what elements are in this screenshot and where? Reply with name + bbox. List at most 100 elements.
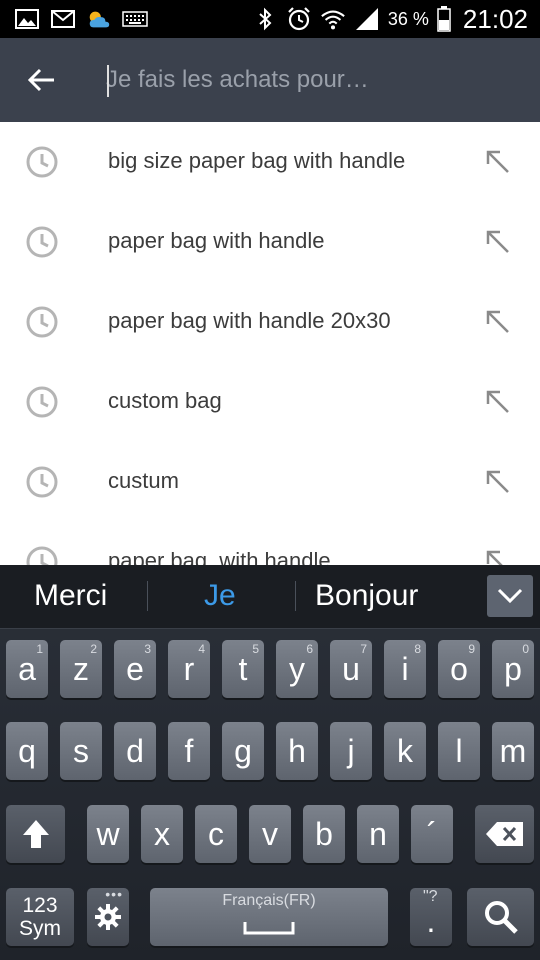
key-number-hint: 6 <box>306 642 313 656</box>
key-m[interactable]: m <box>492 722 534 780</box>
suggestion-item[interactable]: paper bag with handle <box>0 202 540 282</box>
key-n[interactable]: n <box>357 805 399 863</box>
chevron-down-icon <box>497 588 523 604</box>
key-i[interactable]: 8i <box>384 640 426 698</box>
settings-key[interactable]: ••• <box>87 886 129 946</box>
key-label: o <box>450 650 468 687</box>
key-accent[interactable]: ´ <box>411 805 453 863</box>
prediction-item[interactable]: Bonjour <box>315 579 418 613</box>
signal-icon <box>354 8 380 30</box>
wifi-icon <box>320 8 346 30</box>
fill-query-button[interactable] <box>478 462 518 502</box>
key-number-hint: 0 <box>522 642 529 656</box>
history-clock-icon <box>26 386 58 418</box>
battery-percent: 36 % <box>387 8 429 29</box>
suggestion-list: big size paper bag with handle paper bag… <box>0 122 540 565</box>
clock-time: 21:02 <box>462 3 528 34</box>
arrow-up-left-icon <box>486 550 503 565</box>
key-label: t <box>238 650 248 687</box>
key-number-hint: 8 <box>414 642 421 656</box>
more-dots-icon: ••• <box>105 886 123 902</box>
prediction-item[interactable]: Merci <box>34 579 107 613</box>
fill-query-button[interactable] <box>478 302 518 342</box>
key-k[interactable]: k <box>384 722 426 780</box>
key-e[interactable]: 3e <box>114 640 156 698</box>
key-label: b <box>315 815 333 852</box>
key-number-hint: 3 <box>144 642 151 656</box>
key-number-hint: 4 <box>198 642 205 656</box>
key-number-hint: 2 <box>90 642 97 656</box>
shift-key[interactable] <box>6 805 65 863</box>
suggestion-label: paper bag with handle 20x30 <box>108 308 391 333</box>
prediction-divider <box>147 581 148 611</box>
key-x[interactable]: x <box>141 805 183 863</box>
key-h[interactable]: h <box>276 722 318 780</box>
key-f[interactable]: f <box>168 722 210 780</box>
suggestion-item[interactable]: paper bag with handle 20x30 <box>0 282 540 362</box>
suggestion-item[interactable]: custum <box>0 442 540 522</box>
key-p[interactable]: 0p <box>492 640 534 698</box>
shift-arrow-icon <box>22 820 49 848</box>
period-key-hint: "? <box>423 888 438 905</box>
suggestion-label: paper bag with handle <box>108 548 331 565</box>
key-q[interactable]: q <box>6 722 48 780</box>
backspace-key[interactable] <box>475 805 534 863</box>
key-number-hint: 9 <box>468 642 475 656</box>
symbols-key[interactable]: 123 Sym <box>6 888 74 946</box>
period-key[interactable]: "? . <box>410 888 452 946</box>
weather-icon <box>86 8 112 30</box>
key-c[interactable]: c <box>195 805 237 863</box>
space-key-label: Français(FR) <box>222 892 316 909</box>
space-key[interactable]: Français(FR) <box>150 888 388 946</box>
key-l[interactable]: l <box>438 722 480 780</box>
backspace-icon <box>485 822 523 846</box>
key-j[interactable]: j <box>330 722 372 780</box>
fill-query-button[interactable] <box>478 222 518 262</box>
key-label: e <box>126 650 144 687</box>
prediction-item[interactable]: Je <box>204 579 236 613</box>
back-button[interactable] <box>22 60 62 100</box>
symbols-key-line2: Sym <box>19 917 61 940</box>
key-label: d <box>126 732 144 769</box>
key-number-hint: 5 <box>252 642 259 656</box>
back-arrow-icon <box>28 68 54 92</box>
key-d[interactable]: d <box>114 722 156 780</box>
key-y[interactable]: 6y <box>276 640 318 698</box>
history-clock-icon <box>26 226 58 258</box>
prediction-bar: Merci Je Bonjour <box>0 565 540 629</box>
status-bar: 36 % 21:02 <box>0 0 540 38</box>
key-label: ´ <box>426 815 438 852</box>
key-t[interactable]: 5t <box>222 640 264 698</box>
suggestion-item[interactable]: big size paper bag with handle <box>0 122 540 202</box>
symbols-key-line1: 123 <box>22 894 58 917</box>
prediction-divider <box>295 581 296 611</box>
key-r[interactable]: 4r <box>168 640 210 698</box>
fill-query-button[interactable] <box>478 142 518 182</box>
key-number-hint: 7 <box>360 642 367 656</box>
key-label: r <box>183 650 195 687</box>
fill-query-button[interactable] <box>478 382 518 422</box>
key-a[interactable]: 1a <box>6 640 48 698</box>
key-g[interactable]: g <box>222 722 264 780</box>
key-label: j <box>347 732 355 769</box>
key-label: n <box>369 815 387 852</box>
bluetooth-icon <box>252 7 278 31</box>
key-v[interactable]: v <box>249 805 291 863</box>
key-u[interactable]: 7u <box>330 640 372 698</box>
key-b[interactable]: b <box>303 805 345 863</box>
keyboard: Merci Je Bonjour 1a2z3e4r5t6y7u8i9o0p qs… <box>0 565 540 960</box>
key-label: z <box>73 650 89 687</box>
suggestion-item[interactable]: paper bag with handle <box>0 522 540 565</box>
key-s[interactable]: s <box>60 722 102 780</box>
suggestion-item[interactable]: custom bag <box>0 362 540 442</box>
key-z[interactable]: 2z <box>60 640 102 698</box>
key-label: h <box>288 732 306 769</box>
collapse-predictions-button[interactable] <box>487 575 533 617</box>
search-input[interactable] <box>106 58 506 102</box>
key-w[interactable]: w <box>87 805 129 863</box>
fill-query-button[interactable] <box>478 542 518 565</box>
key-o[interactable]: 9o <box>438 640 480 698</box>
search-key[interactable] <box>467 888 534 946</box>
suggestion-label: custum <box>108 468 179 493</box>
key-label: l <box>455 732 463 769</box>
